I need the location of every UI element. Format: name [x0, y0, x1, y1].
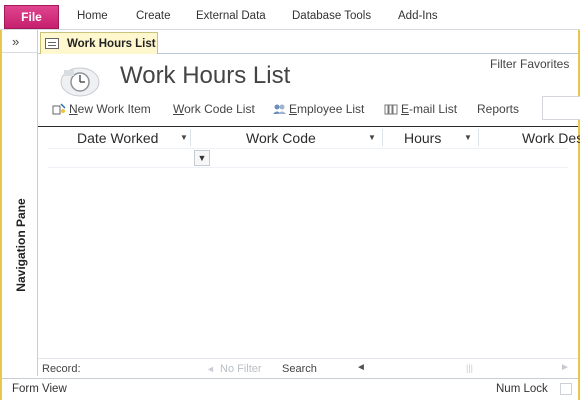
row-divider	[48, 148, 568, 149]
column-header-work-description[interactable]: Work Des	[522, 127, 580, 148]
employee-list-label: Employee List	[289, 102, 365, 116]
column-header-hours[interactable]: Hours	[404, 127, 441, 148]
column-label: Hours	[404, 129, 442, 146]
hours-sort-dropdown-icon[interactable]: ▼	[464, 133, 472, 142]
work-code-sort-dropdown-icon[interactable]: ▼	[368, 133, 376, 142]
record-search-label[interactable]: Search	[282, 363, 317, 375]
tab-work-hours-list[interactable]: Work Hours List	[40, 32, 158, 54]
record-navigation-bar: Record: ◄ No Filter Search ◄ ||| ►	[38, 358, 578, 378]
view-status-text: Form View	[12, 383, 67, 395]
work-code-list-label: Work Code List	[173, 102, 255, 116]
email-icon	[384, 104, 398, 115]
filter-favorites-link[interactable]: Filter Favorites	[490, 57, 569, 71]
scroll-right-icon[interactable]: ►	[560, 362, 570, 373]
column-divider	[478, 129, 479, 146]
tab-external-data[interactable]: External Data	[196, 10, 266, 22]
employee-icon	[273, 104, 286, 114]
reports-label: Reports	[477, 102, 520, 116]
document-tab-label: Work Hours List	[67, 37, 156, 50]
form-header: Work Hours List Filter Favorites New Wor…	[38, 54, 580, 126]
expand-nav-icon[interactable]: »	[12, 34, 19, 49]
new-work-item-label: New Work Item	[69, 102, 151, 116]
page-title: Work Hours List	[120, 62, 291, 89]
ribbon-tab-bar: File Home Create External Data Database …	[0, 0, 580, 30]
scroll-left-icon[interactable]: ◄	[356, 362, 366, 373]
num-lock-indicator: Num Lock	[496, 383, 548, 395]
record-label: Record:	[42, 363, 81, 375]
clock-icon	[60, 67, 100, 97]
date-worked-sort-dropdown-icon[interactable]: ▼	[180, 133, 188, 142]
tab-database-tools[interactable]: Database Tools	[292, 10, 371, 22]
tab-add-ins[interactable]: Add-Ins	[398, 10, 438, 22]
work-code-list-button[interactable]: Work Code List	[173, 102, 255, 116]
employee-list-button[interactable]: Employee List	[272, 102, 364, 116]
row-divider	[48, 167, 568, 168]
tab-create[interactable]: Create	[136, 10, 171, 22]
form-search-box[interactable]	[542, 96, 580, 120]
tab-home[interactable]: Home	[77, 10, 108, 22]
datasheet-grid: Date Worked ▼ Work Code ▼ Hours ▼ Work D…	[38, 126, 580, 358]
no-filter-icon: ◄	[206, 364, 215, 374]
no-filter-button[interactable]: No Filter	[220, 363, 262, 375]
column-divider	[190, 129, 191, 146]
file-tab[interactable]: File	[4, 5, 59, 29]
column-header-work-code[interactable]: Work Code	[246, 127, 316, 148]
new-work-item-button[interactable]: New Work Item	[52, 102, 151, 116]
column-label: Date Worked	[77, 129, 159, 146]
column-label: Work Des	[522, 129, 580, 146]
navigation-pane: » Navigation Pane	[2, 30, 38, 376]
email-list-label: E-mail List	[401, 102, 458, 116]
form-icon	[45, 38, 59, 49]
scrollbar-thumb-icon[interactable]: |||	[466, 363, 473, 373]
document-tab-bar: Work Hours List	[38, 30, 578, 54]
column-header-date-worked[interactable]: Date Worked	[77, 127, 158, 148]
nav-divider	[2, 52, 38, 53]
status-bar: Form View Num Lock	[2, 378, 578, 400]
navigation-pane-label[interactable]: Navigation Pane	[14, 190, 28, 300]
form-view-icon[interactable]	[560, 383, 572, 395]
column-divider	[382, 129, 383, 146]
combo-dropdown-icon[interactable]: ▼	[194, 150, 210, 166]
email-list-button[interactable]: E-mail List	[384, 102, 457, 116]
column-label: Work Code	[246, 129, 316, 146]
new-item-icon	[52, 103, 66, 115]
reports-button[interactable]: Reports	[477, 102, 519, 116]
